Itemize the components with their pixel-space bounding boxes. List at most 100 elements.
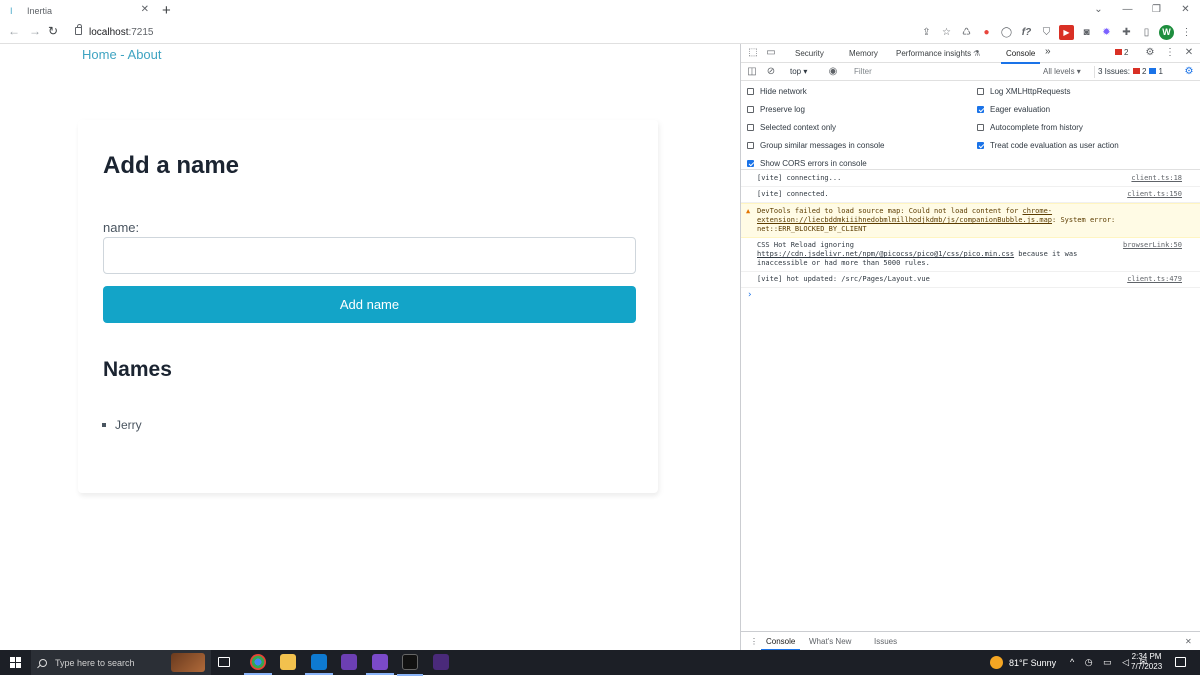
checkbox[interactable]: [747, 88, 754, 95]
lock-icon[interactable]: [75, 24, 82, 35]
device-toolbar-icon[interactable]: ▭: [765, 47, 777, 59]
name-input[interactable]: [103, 237, 636, 274]
flask-icon: ⚗: [973, 49, 981, 58]
context-selector[interactable]: top ▾: [790, 67, 807, 76]
windows-start-icon[interactable]: [10, 657, 21, 668]
source-link[interactable]: client.ts:150: [1127, 190, 1182, 199]
color-wheel-icon[interactable]: ●: [979, 25, 994, 40]
tab-security[interactable]: Security: [795, 49, 824, 58]
names-list: Jerry: [102, 418, 142, 432]
vscode-icon[interactable]: [305, 654, 333, 675]
sidebar-toggle-icon[interactable]: ◫: [746, 66, 758, 78]
checkbox[interactable]: [977, 124, 984, 131]
visual-studio-icon[interactable]: [341, 654, 357, 670]
drawer-menu-icon[interactable]: ⋮: [750, 637, 758, 646]
drawer-tab-issues[interactable]: Issues: [874, 637, 897, 646]
nav-about-link[interactable]: About: [128, 47, 162, 62]
circle-icon[interactable]: ◯: [999, 25, 1014, 40]
back-arrow-icon[interactable]: ←: [8, 24, 20, 38]
checkbox-checked[interactable]: [747, 160, 754, 167]
forward-arrow-icon[interactable]: →: [29, 24, 41, 38]
terminal-icon[interactable]: [397, 654, 423, 676]
log-levels-dropdown[interactable]: All levels ▾: [1043, 67, 1081, 76]
checkbox[interactable]: [747, 124, 754, 131]
drawer-tab-whats-new[interactable]: What's New: [809, 637, 851, 646]
console-warning: ▲ DevTools failed to load source map: Co…: [741, 203, 1200, 238]
issues-label: 3 Issues:: [1098, 67, 1131, 76]
tab-memory[interactable]: Memory: [849, 49, 878, 58]
console-prompt[interactable]: ›: [741, 288, 1200, 300]
weather-text: 81°F Sunny: [1009, 657, 1057, 668]
checkbox[interactable]: [747, 106, 754, 113]
source-link[interactable]: browserLink:50: [1123, 241, 1182, 250]
sidebar-icon[interactable]: ▯: [1139, 25, 1154, 40]
notification-icon[interactable]: [1175, 657, 1186, 667]
stylesheet-link[interactable]: https://cdn.jsdelivr.net/npm/@picocss/pi…: [757, 250, 1014, 258]
weather-widget[interactable]: 81°F Sunny: [990, 650, 1056, 675]
clear-console-icon[interactable]: ⊘: [765, 66, 777, 78]
option-show-cors[interactable]: Show CORS errors in console: [747, 159, 867, 168]
option-hide-network[interactable]: Hide network: [747, 87, 807, 96]
new-tab-button[interactable]: +: [162, 2, 171, 19]
chevron-down-icon[interactable]: ⌄: [1084, 0, 1113, 22]
kebab-menu-icon[interactable]: ⋮: [1179, 25, 1194, 40]
reload-icon[interactable]: ↻: [48, 24, 58, 38]
drawer-tab-console[interactable]: Console: [760, 637, 801, 651]
console-settings-icon[interactable]: ⚙: [1183, 66, 1195, 78]
checkbox[interactable]: [747, 142, 754, 149]
close-devtools-icon[interactable]: ✕: [1183, 47, 1195, 59]
close-window-icon[interactable]: ✕: [1171, 0, 1200, 22]
app-icon[interactable]: [433, 654, 449, 670]
file-explorer-icon[interactable]: [280, 654, 296, 670]
recycle-icon[interactable]: ♺: [959, 25, 974, 40]
console-toolbar: ◫ ⊘ top ▾ ◉ Filter All levels ▾ 3 Issues…: [741, 64, 1200, 81]
address-bar[interactable]: localhost:7215: [89, 27, 154, 38]
settings-gear-icon[interactable]: ⚙: [1144, 47, 1156, 59]
add-name-button[interactable]: Add name: [103, 286, 636, 323]
video-icon[interactable]: ▶: [1059, 25, 1074, 40]
source-link[interactable]: client.ts:479: [1127, 275, 1182, 284]
camera-icon[interactable]: ◙: [1079, 25, 1094, 40]
message-text: [vite] connecting...: [757, 174, 842, 182]
browser-tab[interactable]: I Inertia ✕: [0, 0, 157, 22]
checkbox-checked[interactable]: [977, 106, 984, 113]
option-preserve-log[interactable]: Preserve log: [747, 105, 805, 114]
issues-button[interactable]: 3 Issues: 2 1: [1094, 66, 1166, 78]
option-selected-context[interactable]: Selected context only: [747, 123, 836, 132]
tab-performance-insights[interactable]: Performance insights: [896, 49, 971, 58]
profile-avatar[interactable]: W: [1159, 25, 1174, 40]
console-message: [vite] connected. client.ts:150: [741, 187, 1200, 203]
shield-icon[interactable]: ⛉: [1039, 25, 1054, 40]
function-icon[interactable]: f?: [1019, 25, 1034, 40]
checkbox-checked[interactable]: [977, 142, 984, 149]
option-eager-evaluation[interactable]: Eager evaluation: [977, 105, 1050, 114]
nav-home-link[interactable]: Home: [82, 47, 117, 62]
source-link[interactable]: client.ts:18: [1131, 174, 1182, 183]
minimize-icon[interactable]: —: [1113, 0, 1142, 22]
chrome-icon[interactable]: [244, 654, 272, 675]
gear-extension-icon[interactable]: ✹: [1099, 25, 1114, 40]
taskbar-search[interactable]: Type here to search: [31, 650, 211, 675]
more-tabs-icon[interactable]: »: [1045, 46, 1051, 57]
share-icon[interactable]: ⇪: [919, 25, 934, 40]
inspect-element-icon[interactable]: ⬚: [747, 47, 759, 59]
star-icon[interactable]: ☆: [939, 25, 954, 40]
taskbar-clock[interactable]: 2:34 PM 7/7/2023: [1131, 652, 1162, 672]
error-count-badge[interactable]: 2: [1115, 48, 1128, 57]
close-tab-icon[interactable]: ✕: [141, 4, 149, 15]
visual-studio-preview-icon[interactable]: [366, 654, 394, 675]
puzzle-icon[interactable]: ✚: [1119, 25, 1134, 40]
devtools-menu-icon[interactable]: ⋮: [1164, 47, 1176, 59]
option-treat-user-action[interactable]: Treat code evaluation as user action: [977, 141, 1119, 150]
option-group-similar[interactable]: Group similar messages in console: [747, 141, 885, 150]
option-log-xhr[interactable]: Log XMLHttpRequests: [977, 87, 1071, 96]
checkbox[interactable]: [977, 88, 984, 95]
restore-icon[interactable]: ❐: [1142, 0, 1171, 22]
tab-title: Inertia: [27, 6, 53, 16]
close-drawer-icon[interactable]: ✕: [1185, 637, 1192, 646]
task-view-icon[interactable]: [218, 657, 230, 667]
option-autocomplete-history[interactable]: Autocomplete from history: [977, 123, 1083, 132]
tab-console[interactable]: Console: [1000, 49, 1041, 64]
filter-input[interactable]: Filter: [854, 67, 872, 76]
eye-icon[interactable]: ◉: [827, 66, 839, 78]
